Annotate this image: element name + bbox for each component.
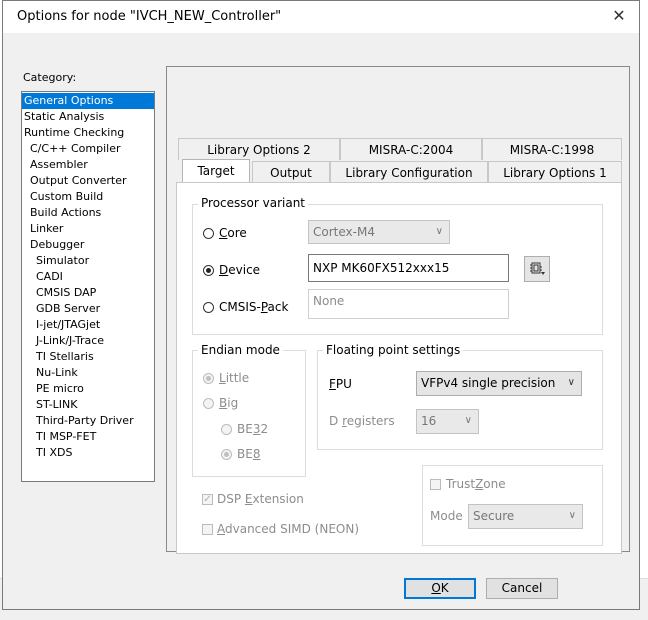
cmsis-pack-label: CMSIS-Pack [219,300,289,314]
little-label: Little [219,371,250,385]
advanced-simd-label: Advanced SIMD (NEON) [217,522,359,536]
endian-mode-title: Endian mode [198,343,283,357]
chevron-down-icon: ∨ [568,510,576,521]
core-label: Core [219,226,247,240]
tab-library-options-1[interactable]: Library Options 1 [488,161,622,183]
close-icon[interactable]: ✕ [605,4,633,28]
be32-label: BE32 [237,422,269,436]
category-item[interactable]: Runtime Checking [22,125,154,141]
little-radio[interactable] [203,373,214,384]
trustzone-label: TrustZone [446,477,506,491]
category-item[interactable]: GDB Server [22,301,154,317]
category-item[interactable]: TI XDS [22,445,154,461]
be8-label: BE8 [237,447,261,461]
core-radio[interactable] [203,228,214,239]
fpu-select-value: VFPv4 single precision [421,376,556,390]
category-item[interactable]: Third-Party Driver [22,413,154,429]
category-list[interactable]: General Options Static Analysis Runtime Ch… [21,91,155,482]
floating-point-group [317,350,603,450]
big-radio[interactable] [203,398,214,409]
category-item[interactable]: Custom Build [22,189,154,205]
tab-output[interactable]: Output [252,161,330,183]
tab-library-configuration[interactable]: Library Configuration [330,161,488,183]
fpu-label: FPU [329,377,352,391]
processor-variant-title: Processor variant [198,196,308,210]
radio-dot [206,376,211,381]
category-item[interactable]: TI Stellaris [22,349,154,365]
device-radio[interactable] [203,265,214,276]
device-browse-icon [530,262,545,275]
cancel-button[interactable]: Cancel [486,578,558,599]
select-device-button[interactable] [524,256,550,282]
category-item[interactable]: Output Converter [22,173,154,189]
category-item[interactable]: General Options [22,93,154,109]
advanced-simd-checkbox[interactable] [202,524,213,535]
category-item[interactable]: J-Link/J-Trace [22,333,154,349]
cmsis-pack-radio[interactable] [203,302,214,313]
chevron-down-icon: ∨ [464,415,472,426]
be32-radio[interactable] [221,424,232,435]
device-field[interactable]: NXP MK60FX512xxx15 [308,254,509,282]
dialog-titlebar: Options for node "IVCH_NEW_Controller" ✕ [3,1,639,33]
radio-dot [224,452,229,457]
tab-library-options-2[interactable]: Library Options 2 [178,138,340,160]
be8-radio[interactable] [221,449,232,460]
category-item[interactable]: PE micro [22,381,154,397]
d-registers-value: 16 [421,414,437,428]
dsp-extension-checkbox[interactable]: ✓ [202,494,213,505]
tab-target[interactable]: Target [182,159,250,183]
dialog-title: Options for node "IVCH_NEW_Controller" [17,9,282,24]
core-select-value: Cortex-M4 [313,225,375,239]
dsp-extension-label: DSP Extension [217,492,304,506]
floating-point-title: Floating point settings [323,343,464,357]
category-item[interactable]: TI MSP-FET [22,429,154,445]
tab-misra-1998[interactable]: MISRA-C:1998 [482,138,622,160]
trustzone-mode-value: Secure [473,509,515,523]
trustzone-mode-select[interactable]: Secure ∨ [468,504,583,529]
category-item[interactable]: CMSIS DAP [22,285,154,301]
category-item[interactable]: C/C++ Compiler [22,141,154,157]
chevron-down-icon: ∨ [435,226,443,237]
category-item[interactable]: CADI [22,269,154,285]
ok-button[interactable]: OK [404,578,476,599]
radio-dot [206,268,211,273]
category-label: Category: [23,71,77,84]
d-registers-label: D registers [329,414,395,428]
category-item[interactable]: Build Actions [22,205,154,221]
cmsis-pack-field[interactable]: None [308,289,509,319]
fpu-select[interactable]: VFPv4 single precision ∨ [416,371,582,396]
category-item[interactable]: Simulator [22,253,154,269]
category-item[interactable]: ST-LINK [22,397,154,413]
tab-misra-2004[interactable]: MISRA-C:2004 [340,138,482,160]
category-item[interactable]: Assembler [22,157,154,173]
category-item[interactable]: Static Analysis [22,109,154,125]
trustzone-mode-label: Mode [430,509,463,523]
category-item[interactable]: Nu-Link [22,365,154,381]
category-item[interactable]: Linker [22,221,154,237]
d-registers-select[interactable]: 16 ∨ [416,409,479,434]
chevron-down-icon: ∨ [567,377,575,388]
trustzone-checkbox[interactable] [430,479,441,490]
category-item[interactable]: Debugger [22,237,154,253]
big-label: Big [219,396,239,410]
category-item[interactable]: I-jet/JTAGjet [22,317,154,333]
core-select[interactable]: Cortex-M4 ∨ [308,220,450,244]
device-label: Device [219,263,261,277]
